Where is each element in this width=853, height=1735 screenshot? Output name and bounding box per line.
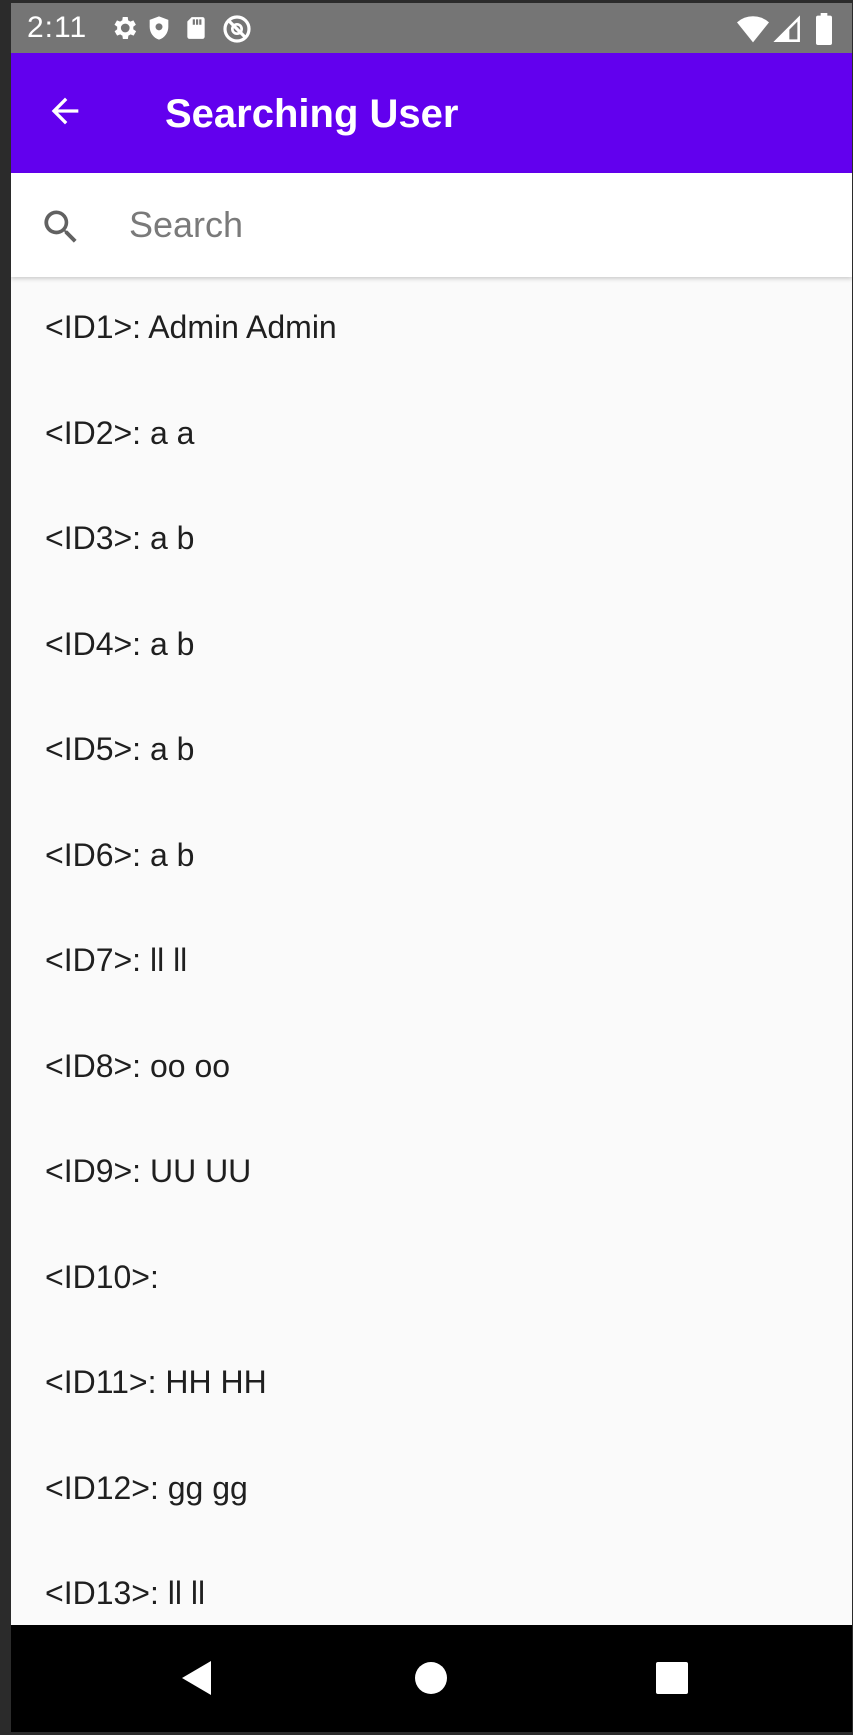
user-label: <ID7>: ll ll xyxy=(45,942,188,978)
status-bar: 2:11 xyxy=(11,3,852,53)
list-item[interactable]: <ID6>: a b xyxy=(11,805,852,911)
app-bar: Searching User xyxy=(11,53,852,173)
search-bar xyxy=(11,173,852,277)
nav-back-button[interactable] xyxy=(171,1655,221,1705)
list-item[interactable]: <ID1>: Admin Admin xyxy=(11,277,852,383)
list-item[interactable]: <ID7>: ll ll xyxy=(11,910,852,1016)
list-item[interactable]: <ID2>: a a xyxy=(11,383,852,489)
user-label: <ID12>: gg gg xyxy=(45,1469,248,1506)
sd-card-icon xyxy=(183,13,209,48)
search-icon[interactable] xyxy=(39,205,83,249)
user-label: <ID5>: a b xyxy=(45,731,195,767)
shield-icon xyxy=(145,13,173,48)
user-label: <ID10>: xyxy=(45,1258,159,1295)
arrow-back-icon xyxy=(45,91,85,136)
list-item[interactable]: <ID4>: a b xyxy=(11,594,852,700)
recents-square-icon xyxy=(656,1661,688,1699)
battery-icon xyxy=(815,13,833,50)
wifi-icon xyxy=(737,15,769,48)
back-button[interactable] xyxy=(35,83,95,143)
user-label: <ID3>: a b xyxy=(45,520,195,556)
user-label: <ID1>: Admin Admin xyxy=(45,309,337,345)
nav-home-button[interactable] xyxy=(406,1655,456,1705)
user-label: <ID9>: UU UU xyxy=(45,1153,252,1189)
user-label: <ID13>: ll ll xyxy=(45,1575,206,1611)
nav-recents-button[interactable] xyxy=(647,1655,697,1705)
list-item[interactable]: <ID12>: gg gg xyxy=(11,1438,852,1544)
page-title: Searching User xyxy=(165,92,459,136)
phone-screen: 2:11 Searching User Search <ID1>: Admin … xyxy=(11,3,852,1732)
user-label: <ID2>: a a xyxy=(45,414,195,451)
list-item[interactable]: <ID3>: a b xyxy=(11,488,852,594)
back-triangle-icon xyxy=(179,1659,213,1702)
settings-icon xyxy=(109,13,139,48)
list-item[interactable]: <ID5>: a b xyxy=(11,699,852,805)
user-label: <ID11>: HH HH xyxy=(45,1364,267,1400)
signal-icon xyxy=(773,15,801,48)
list-item[interactable]: <ID13>: ll ll xyxy=(11,1543,852,1625)
list-item[interactable]: <ID11>: HH HH xyxy=(11,1332,852,1438)
navigation-bar xyxy=(11,1625,852,1732)
list-item[interactable]: <ID9>: UU UU xyxy=(11,1121,852,1227)
no-disturb-icon xyxy=(221,13,253,50)
user-label: <ID8>: oo oo xyxy=(45,1047,231,1084)
user-list: <ID1>: Admin Admin <ID2>: a a <ID3>: a b… xyxy=(11,277,852,1625)
user-label: <ID4>: a b xyxy=(45,625,195,662)
home-circle-icon xyxy=(413,1660,449,1701)
list-item[interactable]: <ID10>: xyxy=(11,1227,852,1333)
list-item[interactable]: <ID8>: oo oo xyxy=(11,1016,852,1122)
status-time: 2:11 xyxy=(27,11,88,44)
search-input[interactable] xyxy=(129,199,809,251)
user-label: <ID6>: a b xyxy=(45,836,195,873)
